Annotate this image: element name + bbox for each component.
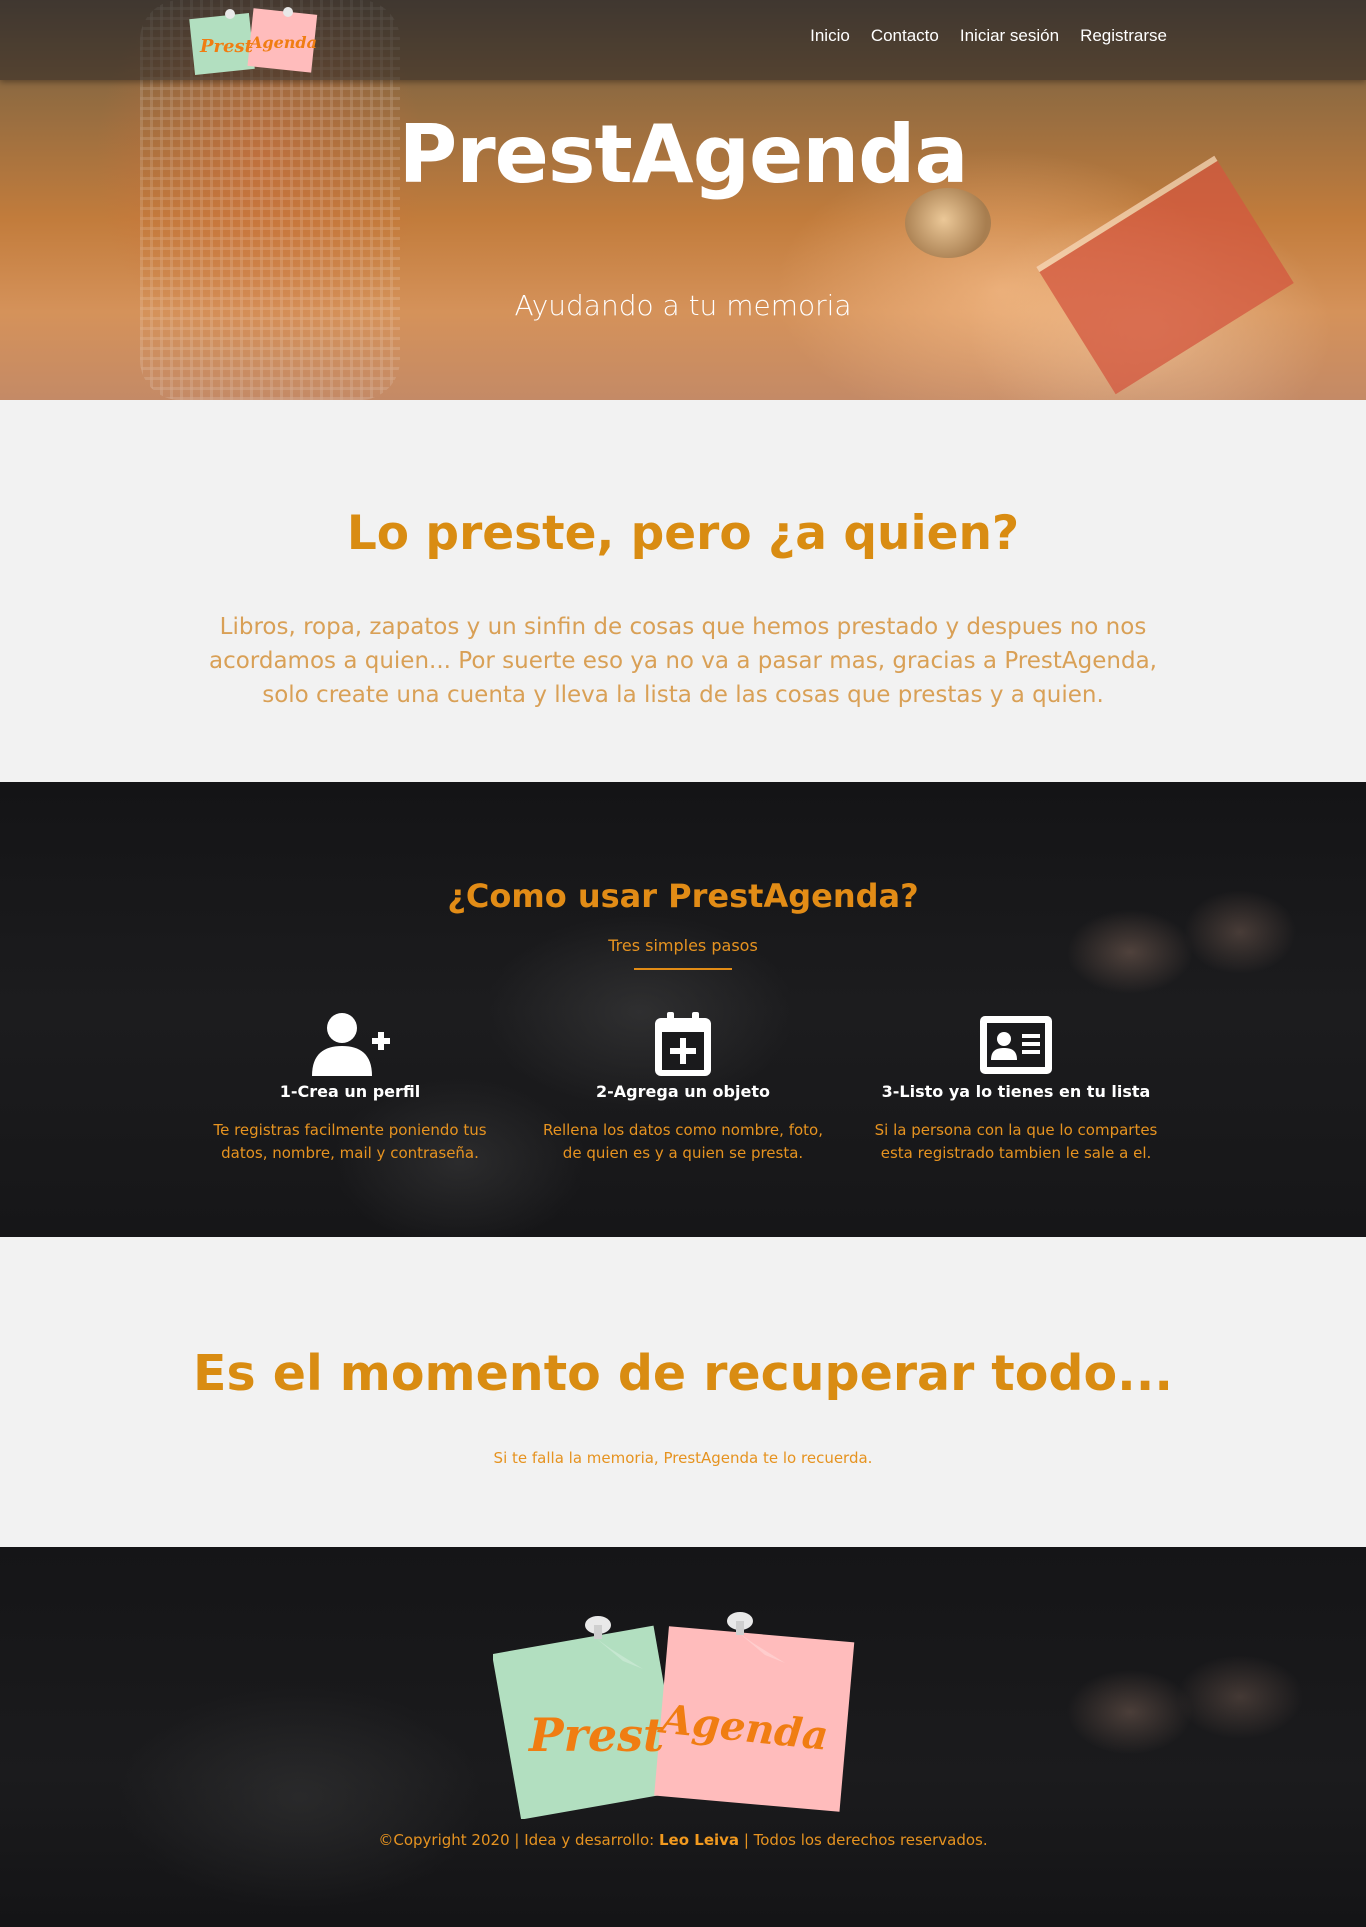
- nav-contacto[interactable]: Contacto: [871, 26, 939, 46]
- footer-logo[interactable]: Prest Agenda: [493, 1609, 857, 1819]
- hero-title: PrestAgenda: [398, 108, 969, 201]
- how-to-section: ¿Como usar PrestAgenda? Tres simples pas…: [0, 782, 1366, 1237]
- step-3-desc: Si la persona con la que lo compartes es…: [874, 1121, 1158, 1162]
- navbar: Prest Agenda Inicio Contacto Iniciar ses…: [0, 0, 1366, 80]
- hero-subtitle: Ayudando a tu memoria: [514, 289, 852, 322]
- how-heading: ¿Como usar PrestAgenda?: [447, 877, 919, 915]
- footer-logo-word-prest: Prest: [527, 1708, 664, 1762]
- step-1: 1-Crea un perfil Te registras facilmente…: [200, 1012, 500, 1165]
- logo[interactable]: Prest Agenda: [188, 4, 324, 76]
- hero-section: Prest Agenda Inicio Contacto Iniciar ses…: [0, 0, 1366, 400]
- main-nav: Inicio Contacto Iniciar sesión Registrar…: [810, 26, 1167, 46]
- step-2-title: 2-Agrega un objeto: [596, 1082, 770, 1101]
- step-1-desc: Te registras facilmente poniendo tus dat…: [213, 1121, 487, 1162]
- logo-word-agenda: Agenda: [248, 33, 317, 52]
- cta-heading: Es el momento de recuperar todo...: [193, 1345, 1173, 1402]
- nav-registrarse[interactable]: Registrarse: [1080, 26, 1167, 46]
- user-plus-icon: [312, 1013, 390, 1076]
- step-3: 3-Listo ya lo tienes en tu lista Si la p…: [866, 1012, 1166, 1165]
- how-subheading: Tres simples pasos: [608, 936, 758, 955]
- intro-section: Lo preste, pero ¿a quien? Libros, ropa, …: [0, 400, 1366, 782]
- step-2-desc: Rellena los datos como nombre, foto, de …: [543, 1121, 823, 1162]
- nav-iniciar-sesion[interactable]: Iniciar sesión: [960, 26, 1059, 46]
- id-card-icon: [980, 1016, 1052, 1074]
- step-1-title: 1-Crea un perfil: [279, 1082, 421, 1101]
- author-link[interactable]: Leo Leiva: [659, 1831, 739, 1849]
- how-divider: [634, 968, 732, 970]
- calendar-plus-icon: [655, 1012, 711, 1076]
- cta-text: Si te falla la memoria, PrestAgenda te l…: [493, 1449, 873, 1467]
- copyright-post: | Todos los derechos reservados.: [739, 1831, 988, 1849]
- intro-heading: Lo preste, pero ¿a quien?: [346, 506, 1020, 561]
- cta-section: Es el momento de recuperar todo... Si te…: [0, 1237, 1366, 1547]
- step-2: 2-Agrega un objeto Rellena los datos com…: [533, 1012, 833, 1165]
- logo-word-prest: Prest: [199, 36, 254, 57]
- step-3-title: 3-Listo ya lo tienes en tu lista: [881, 1082, 1151, 1101]
- copyright: ©Copyright 2020 | Idea y desarrollo: Leo…: [0, 1831, 1366, 1849]
- footer: Prest Agenda ©Copyright 2020 | Idea y de…: [0, 1547, 1366, 1927]
- nav-inicio[interactable]: Inicio: [810, 26, 850, 46]
- copyright-pre: ©Copyright 2020 | Idea y desarrollo:: [378, 1831, 659, 1849]
- intro-body: Libros, ropa, zapatos y un sinfin de cos…: [209, 614, 1157, 708]
